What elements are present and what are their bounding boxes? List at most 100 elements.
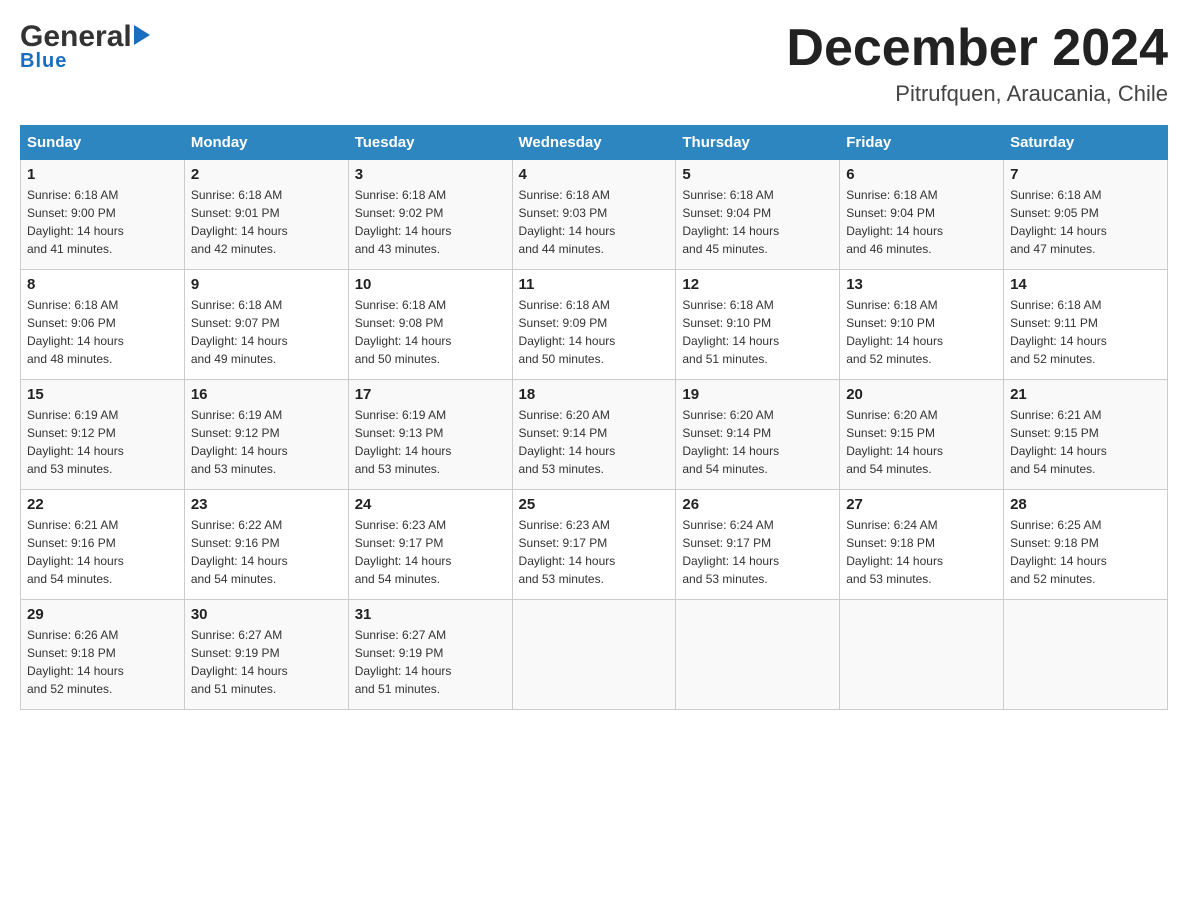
day-info: Sunrise: 6:18 AM Sunset: 9:02 PM Dayligh… bbox=[355, 186, 506, 258]
day-number: 31 bbox=[355, 606, 506, 623]
logo-blue-text: Blue bbox=[20, 50, 67, 73]
day-info: Sunrise: 6:18 AM Sunset: 9:06 PM Dayligh… bbox=[27, 296, 178, 368]
day-number: 1 bbox=[27, 166, 178, 183]
calendar-cell: 16 Sunrise: 6:19 AM Sunset: 9:12 PM Dayl… bbox=[184, 380, 348, 490]
day-info: Sunrise: 6:18 AM Sunset: 9:07 PM Dayligh… bbox=[191, 296, 342, 368]
day-info: Sunrise: 6:18 AM Sunset: 9:11 PM Dayligh… bbox=[1010, 296, 1161, 368]
day-info: Sunrise: 6:23 AM Sunset: 9:17 PM Dayligh… bbox=[355, 516, 506, 588]
calendar-cell: 6 Sunrise: 6:18 AM Sunset: 9:04 PM Dayli… bbox=[840, 160, 1004, 270]
calendar-week-row: 1 Sunrise: 6:18 AM Sunset: 9:00 PM Dayli… bbox=[21, 160, 1168, 270]
day-number: 21 bbox=[1010, 386, 1161, 403]
day-info: Sunrise: 6:22 AM Sunset: 9:16 PM Dayligh… bbox=[191, 516, 342, 588]
calendar-cell: 2 Sunrise: 6:18 AM Sunset: 9:01 PM Dayli… bbox=[184, 160, 348, 270]
day-info: Sunrise: 6:19 AM Sunset: 9:13 PM Dayligh… bbox=[355, 406, 506, 478]
day-number: 6 bbox=[846, 166, 997, 183]
day-info: Sunrise: 6:27 AM Sunset: 9:19 PM Dayligh… bbox=[191, 626, 342, 698]
header-saturday: Saturday bbox=[1004, 126, 1168, 160]
logo-area: General Blue bbox=[20, 20, 150, 73]
day-number: 28 bbox=[1010, 496, 1161, 513]
header-sunday: Sunday bbox=[21, 126, 185, 160]
day-number: 15 bbox=[27, 386, 178, 403]
day-number: 23 bbox=[191, 496, 342, 513]
location-title: Pitrufquen, Araucania, Chile bbox=[786, 81, 1168, 107]
day-info: Sunrise: 6:18 AM Sunset: 9:00 PM Dayligh… bbox=[27, 186, 178, 258]
day-info: Sunrise: 6:20 AM Sunset: 9:14 PM Dayligh… bbox=[682, 406, 833, 478]
day-number: 17 bbox=[355, 386, 506, 403]
day-number: 14 bbox=[1010, 276, 1161, 293]
calendar-cell bbox=[676, 600, 840, 710]
calendar-cell: 4 Sunrise: 6:18 AM Sunset: 9:03 PM Dayli… bbox=[512, 160, 676, 270]
month-title: December 2024 bbox=[786, 20, 1168, 77]
logo-arrow-icon bbox=[134, 25, 150, 45]
day-info: Sunrise: 6:23 AM Sunset: 9:17 PM Dayligh… bbox=[519, 516, 670, 588]
day-info: Sunrise: 6:18 AM Sunset: 9:04 PM Dayligh… bbox=[682, 186, 833, 258]
day-info: Sunrise: 6:21 AM Sunset: 9:16 PM Dayligh… bbox=[27, 516, 178, 588]
calendar-cell: 13 Sunrise: 6:18 AM Sunset: 9:10 PM Dayl… bbox=[840, 270, 1004, 380]
calendar-cell: 19 Sunrise: 6:20 AM Sunset: 9:14 PM Dayl… bbox=[676, 380, 840, 490]
page-header: General Blue December 2024 Pitrufquen, A… bbox=[20, 20, 1168, 107]
day-number: 4 bbox=[519, 166, 670, 183]
day-number: 3 bbox=[355, 166, 506, 183]
day-number: 10 bbox=[355, 276, 506, 293]
calendar-cell: 8 Sunrise: 6:18 AM Sunset: 9:06 PM Dayli… bbox=[21, 270, 185, 380]
calendar-cell: 11 Sunrise: 6:18 AM Sunset: 9:09 PM Dayl… bbox=[512, 270, 676, 380]
calendar-week-row: 15 Sunrise: 6:19 AM Sunset: 9:12 PM Dayl… bbox=[21, 380, 1168, 490]
header-tuesday: Tuesday bbox=[348, 126, 512, 160]
day-number: 8 bbox=[27, 276, 178, 293]
day-number: 13 bbox=[846, 276, 997, 293]
day-number: 11 bbox=[519, 276, 670, 293]
day-number: 18 bbox=[519, 386, 670, 403]
calendar-cell: 9 Sunrise: 6:18 AM Sunset: 9:07 PM Dayli… bbox=[184, 270, 348, 380]
day-number: 29 bbox=[27, 606, 178, 623]
calendar-cell bbox=[512, 600, 676, 710]
calendar-cell bbox=[1004, 600, 1168, 710]
day-info: Sunrise: 6:18 AM Sunset: 9:08 PM Dayligh… bbox=[355, 296, 506, 368]
calendar-cell bbox=[840, 600, 1004, 710]
calendar-cell: 25 Sunrise: 6:23 AM Sunset: 9:17 PM Dayl… bbox=[512, 490, 676, 600]
day-info: Sunrise: 6:18 AM Sunset: 9:01 PM Dayligh… bbox=[191, 186, 342, 258]
day-info: Sunrise: 6:19 AM Sunset: 9:12 PM Dayligh… bbox=[191, 406, 342, 478]
calendar-cell: 28 Sunrise: 6:25 AM Sunset: 9:18 PM Dayl… bbox=[1004, 490, 1168, 600]
calendar-week-row: 22 Sunrise: 6:21 AM Sunset: 9:16 PM Dayl… bbox=[21, 490, 1168, 600]
calendar-week-row: 8 Sunrise: 6:18 AM Sunset: 9:06 PM Dayli… bbox=[21, 270, 1168, 380]
calendar-cell: 18 Sunrise: 6:20 AM Sunset: 9:14 PM Dayl… bbox=[512, 380, 676, 490]
day-info: Sunrise: 6:20 AM Sunset: 9:15 PM Dayligh… bbox=[846, 406, 997, 478]
day-info: Sunrise: 6:26 AM Sunset: 9:18 PM Dayligh… bbox=[27, 626, 178, 698]
calendar-cell: 7 Sunrise: 6:18 AM Sunset: 9:05 PM Dayli… bbox=[1004, 160, 1168, 270]
calendar-cell: 31 Sunrise: 6:27 AM Sunset: 9:19 PM Dayl… bbox=[348, 600, 512, 710]
calendar-cell: 26 Sunrise: 6:24 AM Sunset: 9:17 PM Dayl… bbox=[676, 490, 840, 600]
day-number: 22 bbox=[27, 496, 178, 513]
day-info: Sunrise: 6:24 AM Sunset: 9:18 PM Dayligh… bbox=[846, 516, 997, 588]
day-info: Sunrise: 6:21 AM Sunset: 9:15 PM Dayligh… bbox=[1010, 406, 1161, 478]
calendar-week-row: 29 Sunrise: 6:26 AM Sunset: 9:18 PM Dayl… bbox=[21, 600, 1168, 710]
day-info: Sunrise: 6:18 AM Sunset: 9:04 PM Dayligh… bbox=[846, 186, 997, 258]
day-number: 5 bbox=[682, 166, 833, 183]
day-number: 9 bbox=[191, 276, 342, 293]
day-info: Sunrise: 6:19 AM Sunset: 9:12 PM Dayligh… bbox=[27, 406, 178, 478]
calendar-cell: 23 Sunrise: 6:22 AM Sunset: 9:16 PM Dayl… bbox=[184, 490, 348, 600]
day-number: 25 bbox=[519, 496, 670, 513]
day-info: Sunrise: 6:18 AM Sunset: 9:05 PM Dayligh… bbox=[1010, 186, 1161, 258]
calendar-cell: 20 Sunrise: 6:20 AM Sunset: 9:15 PM Dayl… bbox=[840, 380, 1004, 490]
day-info: Sunrise: 6:27 AM Sunset: 9:19 PM Dayligh… bbox=[355, 626, 506, 698]
calendar-cell: 29 Sunrise: 6:26 AM Sunset: 9:18 PM Dayl… bbox=[21, 600, 185, 710]
day-info: Sunrise: 6:24 AM Sunset: 9:17 PM Dayligh… bbox=[682, 516, 833, 588]
title-area: December 2024 Pitrufquen, Araucania, Chi… bbox=[786, 20, 1168, 107]
day-number: 24 bbox=[355, 496, 506, 513]
logo-general-text: General bbox=[20, 20, 132, 54]
day-number: 19 bbox=[682, 386, 833, 403]
day-number: 12 bbox=[682, 276, 833, 293]
calendar-cell: 15 Sunrise: 6:19 AM Sunset: 9:12 PM Dayl… bbox=[21, 380, 185, 490]
calendar-cell: 21 Sunrise: 6:21 AM Sunset: 9:15 PM Dayl… bbox=[1004, 380, 1168, 490]
day-info: Sunrise: 6:18 AM Sunset: 9:09 PM Dayligh… bbox=[519, 296, 670, 368]
calendar-cell: 12 Sunrise: 6:18 AM Sunset: 9:10 PM Dayl… bbox=[676, 270, 840, 380]
calendar-cell: 10 Sunrise: 6:18 AM Sunset: 9:08 PM Dayl… bbox=[348, 270, 512, 380]
header-wednesday: Wednesday bbox=[512, 126, 676, 160]
header-thursday: Thursday bbox=[676, 126, 840, 160]
day-number: 30 bbox=[191, 606, 342, 623]
calendar-cell: 30 Sunrise: 6:27 AM Sunset: 9:19 PM Dayl… bbox=[184, 600, 348, 710]
day-info: Sunrise: 6:25 AM Sunset: 9:18 PM Dayligh… bbox=[1010, 516, 1161, 588]
calendar-cell: 5 Sunrise: 6:18 AM Sunset: 9:04 PM Dayli… bbox=[676, 160, 840, 270]
calendar-cell: 14 Sunrise: 6:18 AM Sunset: 9:11 PM Dayl… bbox=[1004, 270, 1168, 380]
day-number: 27 bbox=[846, 496, 997, 513]
